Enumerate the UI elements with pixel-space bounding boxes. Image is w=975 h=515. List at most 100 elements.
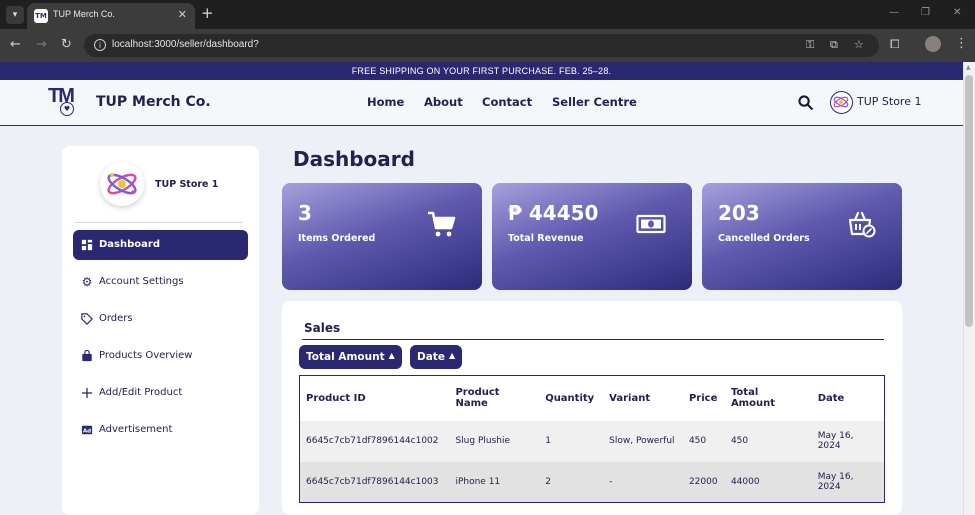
sidebar-item-account-settings[interactable]: ⚙ Account Settings — [73, 267, 248, 297]
column-header-quantity: Quantity — [545, 392, 595, 404]
cell-date: May 16, 2024 — [817, 471, 854, 492]
password-key-icon[interactable]: ⚿ — [806, 38, 814, 52]
promo-banner: FREE SHIPPING ON YOUR FIRST PURCHASE. FE… — [0, 62, 963, 80]
sidebar-item-label: Orders — [99, 313, 133, 324]
sidebar-store-avatar — [100, 162, 144, 206]
column-header-product-name: Product Name — [455, 387, 500, 410]
cell-product-id: 6645c7cb71df7896144c1003 — [306, 476, 439, 487]
search-icon[interactable] — [797, 94, 814, 111]
logo-heart-icon: ♥ — [60, 102, 74, 116]
column-header-date: Date — [817, 392, 845, 404]
gear-icon: ⚙ — [81, 275, 93, 289]
cell-variant: Slow, Powerful — [609, 436, 675, 446]
cell-total-amount: 44000 — [730, 476, 760, 487]
cell-product-id: 6645c7cb71df7896144c1002 — [306, 436, 439, 446]
cell-quantity: 1 — [545, 436, 551, 446]
sort-button-label: Date — [417, 351, 445, 363]
sort-total-amount-button[interactable]: Total Amount ▲ — [299, 345, 402, 369]
sidebar-store-name: TUP Store 1 — [155, 179, 219, 190]
address-bar[interactable]: i localhost:3000/seller/dashboard? ⚿ ⧉ ☆ — [84, 34, 879, 57]
favicon-icon: TM — [34, 9, 48, 23]
stat-label: Cancelled Orders — [718, 233, 810, 244]
svg-text:Ad: Ad — [83, 429, 91, 435]
stat-label: Items Ordered — [298, 233, 376, 244]
sidebar-item-dashboard[interactable]: Dashboard — [73, 230, 248, 260]
stat-value: 203 — [718, 201, 760, 225]
column-header-price: Price — [688, 392, 718, 404]
cell-variant: - — [609, 476, 613, 487]
extensions-puzzle-icon[interactable]: ⧠ — [890, 37, 900, 52]
cell-product-name: Slug Plushie — [455, 436, 511, 446]
minimize-icon[interactable]: — — [889, 7, 899, 18]
cell-quantity: 2 — [545, 476, 551, 487]
header-store-name[interactable]: TUP Store 1 — [857, 95, 921, 108]
stat-value: ₱ 44450 — [508, 201, 599, 225]
window-close-icon[interactable]: ✕ — [953, 7, 961, 18]
site-logo[interactable]: TM ♥ — [48, 85, 88, 119]
caret-up-icon: ▲ — [388, 351, 395, 360]
page-scrollbar-thumb[interactable] — [965, 75, 973, 327]
bag-icon — [80, 349, 94, 363]
sidebar-item-advertisement[interactable]: Ad Advertisement — [73, 415, 248, 445]
new-tab-plus-icon[interactable]: + — [201, 5, 214, 21]
forward-arrow-icon[interactable]: → — [36, 38, 47, 52]
tab-title: TUP Merch Co. — [53, 9, 115, 19]
nav-about[interactable]: About — [424, 95, 463, 109]
sidebar-item-label: Account Settings — [99, 276, 184, 287]
install-app-icon[interactable]: ⧉ — [830, 38, 838, 52]
browser-tab[interactable]: TM TUP Merch Co. ✕ — [27, 3, 195, 29]
nav-contact[interactable]: Contact — [482, 95, 532, 109]
store-logo-icon — [107, 173, 137, 195]
site-header: TM ♥ TUP Merch Co. Home About Contact Se… — [0, 80, 963, 126]
browser-menu-icon[interactable]: ⋮ — [955, 36, 968, 51]
column-header-product-id: Product ID — [306, 392, 366, 404]
sidebar-item-add-edit-product[interactable]: Add/Edit Product — [73, 378, 248, 408]
brand-name[interactable]: TUP Merch Co. — [96, 94, 211, 110]
dashboard-icon — [80, 238, 94, 252]
stat-card-items-ordered: 3 Items Ordered — [282, 183, 482, 290]
sidebar-divider — [75, 222, 243, 223]
plus-icon — [80, 386, 94, 400]
cell-price: 450 — [688, 436, 707, 446]
nav-seller-centre[interactable]: Seller Centre — [552, 95, 637, 109]
tab-search-chevron-icon[interactable]: ▾ — [6, 6, 24, 24]
table-row: 6645c7cb71df7896144c1002 Slug Plushie 1 … — [299, 420, 885, 462]
store-logo-icon — [833, 96, 849, 108]
seller-sidebar: TUP Store 1 Dashboard ⚙ Account Settings… — [62, 146, 259, 515]
sidebar-item-label: Products Overview — [99, 350, 193, 361]
sort-date-button[interactable]: Date ▲ — [410, 345, 463, 369]
tab-close-icon[interactable]: ✕ — [178, 8, 187, 21]
ad-icon: Ad — [80, 423, 94, 437]
back-arrow-icon[interactable]: ← — [10, 38, 21, 52]
bookmark-star-icon[interactable]: ☆ — [854, 38, 864, 51]
site-info-icon[interactable]: i — [94, 39, 106, 51]
profile-avatar-icon[interactable] — [925, 36, 941, 52]
sort-button-label: Total Amount — [306, 351, 385, 363]
store-avatar[interactable] — [830, 91, 853, 114]
table-header-row: Product ID Product Name Quantity Variant… — [300, 376, 885, 421]
cancelled-basket-icon — [848, 211, 876, 238]
cell-total-amount: 450 — [730, 436, 749, 446]
table-row: 6645c7cb71df7896144c1003 iPhone 11 2 - 2… — [299, 461, 885, 503]
cell-date: May 16, 2024 — [817, 431, 854, 451]
column-header-total-amount: Total Amount — [730, 387, 775, 410]
url-text: localhost:3000/seller/dashboard? — [112, 39, 259, 50]
browser-tab-strip: ▾ TM TUP Merch Co. ✕ + — ❐ ✕ — [0, 0, 975, 29]
stat-label: Total Revenue — [508, 233, 584, 244]
stat-value: 3 — [298, 201, 312, 225]
sidebar-item-orders[interactable]: Orders — [73, 304, 248, 334]
restore-icon[interactable]: ❐ — [921, 7, 930, 18]
stat-card-cancelled-orders: 203 Cancelled Orders — [702, 183, 902, 290]
sales-divider — [302, 339, 884, 340]
page-title: Dashboard — [293, 147, 415, 171]
cell-price: 22000 — [688, 476, 718, 487]
browser-toolbar: ← → ↻ i localhost:3000/seller/dashboard?… — [0, 29, 975, 62]
scroll-up-arrow-icon[interactable]: ▲ — [966, 64, 971, 71]
cell-product-name: iPhone 11 — [455, 476, 501, 487]
sidebar-item-products-overview[interactable]: Products Overview — [73, 341, 248, 371]
money-icon — [636, 214, 666, 234]
nav-home[interactable]: Home — [367, 95, 404, 109]
caret-up-icon: ▲ — [448, 351, 456, 360]
cart-icon — [428, 211, 456, 237]
reload-icon[interactable]: ↻ — [61, 38, 72, 52]
